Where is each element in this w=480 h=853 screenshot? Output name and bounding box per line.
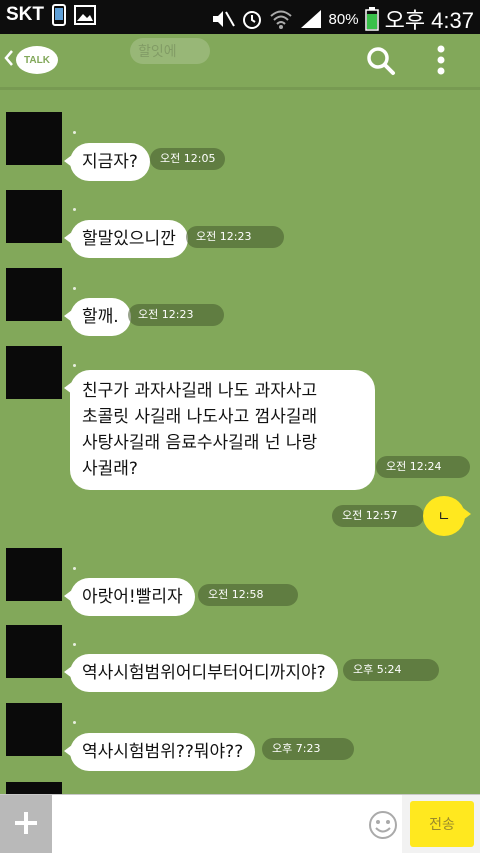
message-time: 오전 12:05 — [150, 148, 226, 170]
sender-name-dot — [73, 567, 76, 570]
message-bubble[interactable]: 역사시험범위어디부터어디까지야? — [64, 654, 338, 692]
message-time: 오전 12:24 — [376, 456, 470, 478]
message-time: 오후 7:23 — [262, 738, 354, 760]
avatar[interactable] — [6, 782, 62, 794]
message-time: 오전 12:23 — [128, 304, 224, 326]
phone-icon — [52, 4, 66, 26]
plus-icon — [13, 805, 39, 845]
message-bubble[interactable]: 아랏어!빨리자 — [64, 578, 195, 616]
message-bubble[interactable]: 친구가 과자사길래 나도 과자사고 초콜릿 사길래 나도사고 껌사길래 사탕사길… — [64, 370, 375, 490]
send-button[interactable]: 전송 — [410, 801, 474, 847]
chat-header: 할잇에 TALK — [0, 34, 480, 90]
header-divider — [0, 87, 480, 90]
back-button[interactable]: TALK — [4, 46, 58, 74]
mute-icon — [211, 9, 235, 29]
status-bar: SKT 80% 오후 4:37 — [0, 0, 480, 34]
message-bubble[interactable]: 할말있으니깐 — [64, 220, 188, 258]
avatar[interactable] — [6, 346, 62, 399]
signal-icon — [299, 8, 323, 30]
message-input[interactable] — [52, 795, 402, 853]
message-bubble[interactable]: 할깨. — [64, 298, 131, 336]
message-time: 오후 5:24 — [343, 659, 439, 681]
alarm-icon — [241, 8, 263, 30]
status-clock: 오후 4:37 — [384, 8, 474, 33]
avatar[interactable] — [6, 625, 62, 678]
my-message-bubble[interactable]: ㄴ — [423, 496, 471, 536]
sender-name-dot — [73, 643, 76, 646]
wifi-icon — [269, 9, 293, 29]
avatar[interactable] — [6, 112, 62, 165]
message-bubble[interactable]: 지금자? — [64, 143, 150, 181]
battery-percent: 80% — [328, 10, 359, 28]
talk-logo: TALK — [16, 46, 58, 74]
my-message-time: 오전 12:57 — [332, 505, 424, 527]
battery-icon — [364, 7, 379, 31]
message-time: 오전 12:58 — [198, 584, 298, 606]
attach-button[interactable] — [0, 795, 52, 853]
sender-name-dot — [73, 208, 76, 211]
back-chevron-icon — [4, 49, 14, 71]
sender-name-dot — [73, 287, 76, 290]
emoji-icon[interactable] — [368, 810, 398, 844]
avatar[interactable] — [6, 268, 62, 321]
header-ghost-text: 할잇에 — [130, 38, 210, 64]
more-vert-icon[interactable] — [436, 44, 446, 80]
sender-name-dot — [73, 721, 76, 724]
carrier-label: SKT — [6, 4, 44, 25]
message-bubble[interactable]: 역사시험범위??뭐야?? — [63, 733, 256, 771]
input-bar: 전송 — [0, 794, 480, 853]
sender-name-dot — [73, 364, 76, 367]
avatar[interactable] — [6, 548, 62, 601]
gallery-icon — [74, 5, 96, 25]
search-icon[interactable] — [366, 46, 396, 80]
avatar[interactable] — [6, 190, 62, 243]
avatar[interactable] — [6, 703, 62, 756]
sender-name-dot — [73, 131, 76, 134]
message-time: 오전 12:23 — [186, 226, 284, 248]
